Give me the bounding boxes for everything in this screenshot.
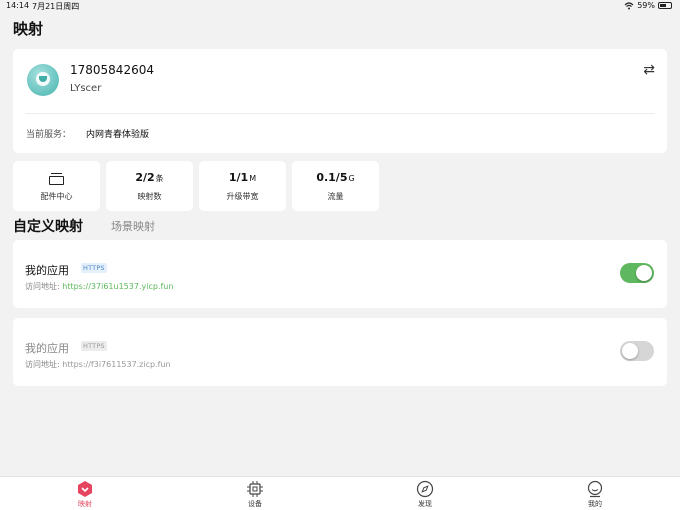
- nav-label: 我的: [588, 500, 602, 508]
- url-label: 访问地址:: [25, 360, 60, 369]
- url-label: 访问地址:: [25, 282, 60, 291]
- tab-custom-mapping[interactable]: 自定义映射: [13, 216, 83, 236]
- https-badge: HTTPS: [81, 341, 107, 351]
- nav-label: 映射: [78, 500, 92, 508]
- app-toggle[interactable]: [620, 263, 654, 283]
- stat-label: 升级带宽: [226, 192, 259, 201]
- tab-scene-mapping[interactable]: 场景映射: [111, 218, 155, 234]
- app-toggle[interactable]: [620, 341, 654, 361]
- compass-icon: [416, 480, 434, 498]
- app-url-link[interactable]: https://f3i7611537.zicp.fun: [62, 360, 170, 369]
- battery-percent: 59%: [637, 1, 655, 10]
- app-card[interactable]: 我的应用 HTTPS 访问地址: https://f3i7611537.zicp…: [13, 318, 667, 386]
- stat-mapping-count[interactable]: 2/2条 映射数: [106, 161, 193, 211]
- account-phone: 17805842604: [70, 63, 154, 77]
- status-bar: 14:14 7月21日周四 59%: [0, 0, 680, 13]
- device-chip-icon: [247, 481, 263, 497]
- status-time: 14:14: [6, 1, 30, 10]
- stat-value: 1/1M: [228, 171, 257, 184]
- stat-label: 配件中心: [40, 192, 73, 201]
- status-date: 7月21日周四: [32, 2, 80, 11]
- profile-icon: [587, 480, 603, 498]
- app-url-row: 访问地址: https://37i61u1537.yicp.fun: [25, 281, 173, 292]
- nav-mine[interactable]: 我的: [565, 480, 625, 509]
- accessory-box-icon: [49, 173, 64, 185]
- mapping-icon: [78, 481, 92, 497]
- stat-bandwidth[interactable]: 1/1M 升级带宽: [199, 161, 286, 211]
- stat-label: 流量: [327, 192, 344, 201]
- app-url-link[interactable]: https://37i61u1537.yicp.fun: [62, 282, 173, 291]
- stat-label: 映射数: [137, 192, 162, 201]
- app-name: 我的应用: [25, 264, 69, 277]
- account-name: LYscer: [70, 83, 102, 94]
- nav-mapping[interactable]: 映射: [55, 480, 115, 509]
- divider: [25, 113, 655, 114]
- swap-icon[interactable]: ⇄: [643, 62, 655, 78]
- nav-label: 发现: [418, 500, 432, 508]
- bottom-nav: 映射 设备 发现 我的: [0, 476, 680, 510]
- service-value: 内网青春体验版: [86, 130, 150, 140]
- app-card[interactable]: 我的应用 HTTPS 访问地址: https://37i61u1537.yicp…: [13, 240, 667, 308]
- nav-device[interactable]: 设备: [225, 480, 285, 509]
- battery-icon: [658, 2, 672, 9]
- page-title: 映射: [13, 20, 44, 38]
- status-right: 59%: [624, 1, 672, 10]
- https-badge: HTTPS: [81, 263, 107, 273]
- stat-accessory-center[interactable]: 配件中心: [13, 161, 100, 211]
- stat-value: 0.1/5G: [316, 171, 355, 184]
- service-label: 当前服务：: [26, 130, 72, 140]
- nav-discover[interactable]: 发现: [395, 480, 455, 509]
- stat-traffic[interactable]: 0.1/5G 流量: [292, 161, 379, 211]
- nav-label: 设备: [248, 500, 262, 508]
- wifi-icon: [624, 1, 634, 9]
- account-card[interactable]: 17805842604 LYscer ⇄ 当前服务： 内网青春体验版: [13, 49, 667, 153]
- app-url-row: 访问地址: https://f3i7611537.zicp.fun: [25, 359, 171, 370]
- avatar: [27, 64, 59, 96]
- stat-value: 2/2条: [135, 171, 164, 184]
- app-name: 我的应用: [25, 342, 69, 355]
